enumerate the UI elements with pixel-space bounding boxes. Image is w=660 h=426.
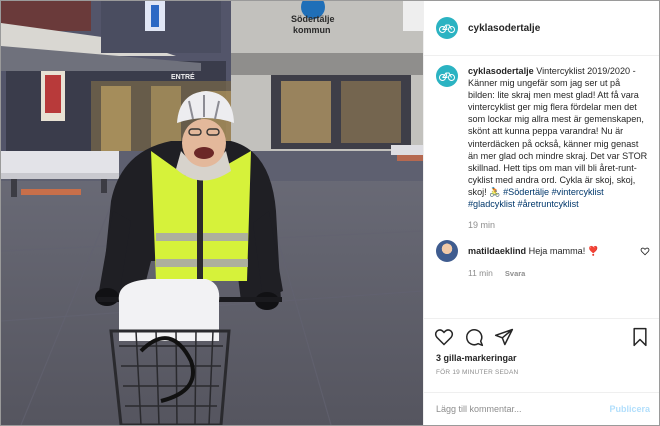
comment-meta: 11 min Svara: [468, 268, 659, 279]
add-comment-bar: Publicera: [424, 392, 659, 425]
likes-count[interactable]: 3 gilla-markeringar: [436, 353, 659, 363]
bicycle-icon: [439, 72, 455, 81]
post-photo[interactable]: ENTRÉ Södertälje kommun: [1, 1, 423, 425]
comments-scroll-area[interactable]: cyklasodertalje Vintercyklist 2019/2020 …: [424, 56, 659, 318]
action-icons-row: [424, 319, 659, 347]
post-actions: 3 gilla-markeringar FÖR 19 MINUTER SEDAN: [424, 318, 659, 392]
account-avatar[interactable]: [436, 17, 458, 39]
caption-row: cyklasodertalje Vintercyklist 2019/2020 …: [424, 56, 659, 210]
bicycle-icon: [439, 24, 455, 33]
publish-button[interactable]: Publicera: [609, 404, 650, 414]
comment-text: Heja mamma! ❣️: [528, 245, 600, 256]
add-comment-input[interactable]: [436, 404, 610, 414]
posted-time: FÖR 19 MINUTER SEDAN: [436, 369, 519, 376]
header-username[interactable]: cyklasodertalje: [468, 23, 540, 34]
comment-username[interactable]: matildaeklind: [468, 246, 526, 256]
caption-avatar[interactable]: [436, 65, 458, 87]
instagram-post-window: ENTRÉ Södertälje kommun cyklasodertalje …: [0, 0, 660, 426]
like-heart-icon[interactable]: [434, 327, 454, 347]
commenter-avatar[interactable]: [436, 240, 458, 263]
entrance-sign: ENTRÉ: [171, 72, 195, 81]
sodertalje-sign-line1: Södertälje: [291, 14, 335, 24]
share-paper-plane-icon[interactable]: [494, 327, 514, 347]
photo-scene: ENTRÉ Södertälje kommun: [1, 1, 423, 425]
comment-body: matildaeklind Heja mamma! ❣️: [468, 246, 638, 257]
post-panel: cyklasodertalje cyklasodertalje Vintercy…: [423, 1, 659, 425]
save-bookmark-icon[interactable]: [630, 327, 650, 347]
caption-username[interactable]: cyklasodertalje: [468, 66, 534, 76]
post-caption: cyklasodertalje Vintercyklist 2019/2020 …: [468, 65, 648, 210]
comment-bubble-icon[interactable]: [464, 327, 484, 347]
reply-button[interactable]: Svara: [505, 268, 525, 278]
sodertalje-sign-line2: kommun: [293, 25, 331, 35]
caption-time: 19 min: [468, 220, 496, 231]
comment-time: 11 min: [468, 268, 493, 279]
comment-item: matildaeklind Heja mamma! ❣️: [424, 230, 659, 263]
comment-like-heart-icon[interactable]: [640, 246, 650, 256]
post-header: cyklasodertalje: [424, 1, 659, 56]
caption-text: Vintercyklist 2019/2020 - Känner mig ung…: [468, 66, 648, 197]
